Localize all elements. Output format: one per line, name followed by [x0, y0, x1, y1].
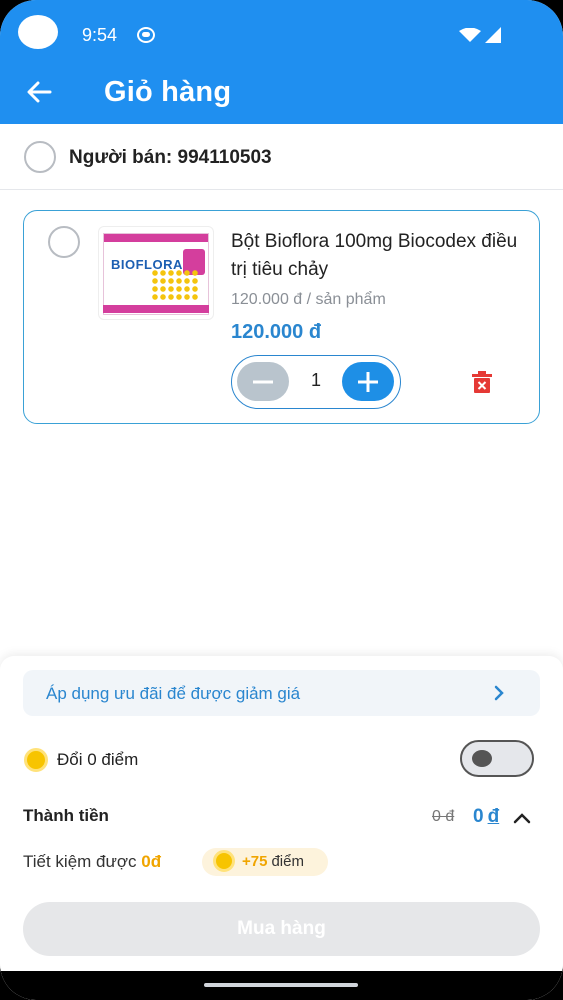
decrease-quantity-button[interactable]: [237, 362, 289, 401]
product-image[interactable]: BIOFLORA: [98, 226, 214, 320]
points-toggle[interactable]: [460, 740, 534, 777]
plus-icon: [358, 371, 378, 392]
notification-icon: [137, 27, 155, 43]
seller-row: Người bán: 994110503: [0, 124, 563, 190]
final-total-currency: đ: [487, 806, 500, 827]
checkout-panel: Áp dụng ưu đãi để được giảm giá Đổi 0 đi…: [0, 656, 563, 1000]
seller-select-radio[interactable]: [24, 141, 56, 173]
page-title: Giỏ hàng: [104, 76, 232, 108]
unit-price: 120.000 đ / sản phẩm: [231, 291, 386, 308]
original-total: 0 đ: [432, 808, 455, 825]
home-indicator-area: [0, 971, 563, 1000]
toggle-knob: [472, 750, 492, 767]
increase-quantity-button[interactable]: [342, 362, 394, 401]
buy-button[interactable]: Mua hàng: [23, 902, 540, 956]
saving-amount: 0đ: [141, 852, 162, 871]
seller-label: Người bán: 994110503: [69, 147, 272, 168]
app-header: 9:54 Giỏ hàng: [0, 0, 563, 124]
final-total: 0đ: [473, 806, 499, 828]
product-box-stripe: [103, 305, 209, 313]
home-indicator[interactable]: [204, 983, 358, 987]
status-bar: 9:54: [0, 0, 563, 70]
arrow-left-icon: [27, 81, 52, 103]
quantity-stepper: 1: [231, 355, 401, 409]
item-price: 120.000 đ: [231, 321, 322, 343]
saving-label: Tiết kiệm được: [23, 852, 137, 871]
signal-icon: [485, 27, 501, 43]
item-select-radio[interactable]: [48, 226, 80, 258]
bonus-text: +75 điểm: [242, 853, 304, 870]
quantity-value[interactable]: 1: [290, 370, 342, 391]
back-button[interactable]: [24, 78, 54, 106]
product-box-dots: [151, 269, 199, 301]
phone-screen: 9:54 Giỏ hàng Người bán: 994110503 BIOFL…: [0, 0, 563, 1000]
chevron-up-icon[interactable]: [513, 812, 531, 824]
saving-row: Tiết kiệm được 0đ: [23, 852, 161, 872]
bonus-unit: điểm: [271, 853, 304, 870]
trash-icon[interactable]: [472, 371, 492, 393]
minus-icon: [253, 380, 273, 383]
points-label: Đổi 0 điểm: [57, 750, 139, 769]
total-label: Thành tiền: [23, 806, 109, 825]
product-name[interactable]: Bột Bioflora 100mg Biocodex điều trị tiê…: [231, 228, 521, 284]
coin-icon: [24, 748, 48, 772]
bonus-points-badge: +75 điểm: [202, 848, 328, 876]
coin-icon: [213, 850, 235, 872]
bonus-points: +75: [242, 853, 268, 870]
chevron-right-icon: [494, 685, 504, 701]
promo-text: Áp dụng ưu đãi để được giảm giá: [46, 684, 301, 703]
status-time: 9:54: [82, 25, 118, 45]
promo-banner[interactable]: Áp dụng ưu đãi để được giảm giá: [23, 670, 540, 716]
wifi-icon: [459, 28, 481, 42]
cart-item-card: BIOFLORA Bột Bioflora 100mg Biocodex điề…: [23, 210, 540, 424]
final-total-value: 0: [473, 806, 484, 827]
camera-cutout: [18, 15, 58, 49]
